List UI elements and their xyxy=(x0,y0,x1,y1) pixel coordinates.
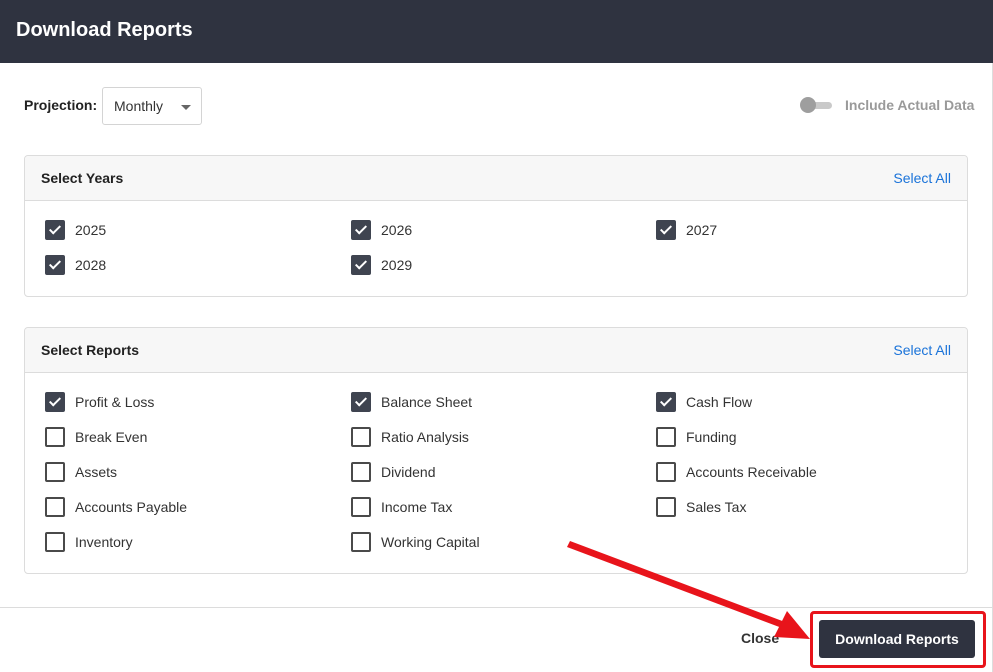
projection-select[interactable]: Monthly xyxy=(102,87,202,125)
checkbox-item-funding[interactable]: Funding xyxy=(656,427,936,447)
checkbox-label: Ratio Analysis xyxy=(381,429,469,445)
checkbox-item-ratio-analysis[interactable]: Ratio Analysis xyxy=(351,427,631,447)
projection-label: Projection: xyxy=(24,97,98,113)
checkbox-label: 2029 xyxy=(381,257,413,273)
modal-header: Download Reports xyxy=(0,0,993,63)
checkbox-label: Cash Flow xyxy=(686,394,753,410)
checkbox-label: 2028 xyxy=(75,257,107,273)
select-reports-header: Select Reports Select All xyxy=(25,328,967,373)
checkbox[interactable] xyxy=(351,497,371,517)
checkbox-label: Balance Sheet xyxy=(381,394,473,410)
select-reports-panel: Select Reports Select All Profit & Loss B… xyxy=(24,327,968,574)
checkbox[interactable] xyxy=(45,462,65,482)
checkbox[interactable] xyxy=(45,220,65,240)
checkbox-label: Accounts Payable xyxy=(75,499,188,515)
checkbox[interactable] xyxy=(656,497,676,517)
checkbox-item-accounts-payable[interactable]: Accounts Payable xyxy=(45,497,325,517)
checkbox-item-sales-tax[interactable]: Sales Tax xyxy=(656,497,936,517)
checkbox[interactable] xyxy=(656,220,676,240)
checkbox-label: Dividend xyxy=(381,464,436,480)
projection-select-value: Monthly xyxy=(114,98,164,114)
checkbox-label: Break Even xyxy=(75,429,148,445)
check-icon xyxy=(354,222,368,235)
checkbox-item-2027[interactable]: 2027 xyxy=(656,220,936,240)
checkbox[interactable] xyxy=(45,427,65,447)
toggle-thumb xyxy=(800,97,816,113)
checkbox[interactable] xyxy=(351,532,371,552)
checkbox-item-2025[interactable]: 2025 xyxy=(45,220,325,240)
checkbox[interactable] xyxy=(656,427,676,447)
caret-down-icon xyxy=(181,105,191,110)
annotation-arrow-head xyxy=(774,611,810,639)
checkbox-label: 2027 xyxy=(686,222,718,238)
checkbox-label: Income Tax xyxy=(381,499,453,515)
select-reports-title: Select Reports xyxy=(41,342,140,358)
checkbox-label: Working Capital xyxy=(381,534,480,550)
check-icon xyxy=(48,394,62,407)
select-years-title: Select Years xyxy=(41,170,124,186)
include-actual-data-toggle[interactable] xyxy=(800,97,834,113)
checkbox-label: Accounts Receivable xyxy=(686,464,817,480)
select-all-years-link[interactable]: Select All xyxy=(893,170,951,186)
checkbox[interactable] xyxy=(351,462,371,482)
check-icon xyxy=(659,222,673,235)
check-icon xyxy=(354,394,368,407)
checkbox-label: Sales Tax xyxy=(686,499,747,515)
checkbox-item-accounts-receivable[interactable]: Accounts Receivable xyxy=(656,462,936,482)
checkbox-item-inventory[interactable]: Inventory xyxy=(45,532,325,552)
checkbox[interactable] xyxy=(45,532,65,552)
annotation-highlight-box xyxy=(810,611,986,668)
checkbox-label: 2026 xyxy=(381,222,413,238)
check-icon xyxy=(659,394,673,407)
checkbox-item-profit-and-loss[interactable]: Profit & Loss xyxy=(45,392,325,412)
checkbox-label: Funding xyxy=(686,429,737,445)
checkbox[interactable] xyxy=(656,392,676,412)
checkbox-item-income-tax[interactable]: Income Tax xyxy=(351,497,631,517)
checkbox[interactable] xyxy=(351,427,371,447)
checkbox-item-break-even[interactable]: Break Even xyxy=(45,427,325,447)
checkbox[interactable] xyxy=(656,462,676,482)
checkbox-item-cash-flow[interactable]: Cash Flow xyxy=(656,392,936,412)
footer-divider xyxy=(0,607,993,608)
checkbox-item-2026[interactable]: 2026 xyxy=(351,220,631,240)
checkbox-label: 2025 xyxy=(75,222,107,238)
include-actual-data-label: Include Actual Data xyxy=(845,97,975,113)
checkbox-item-balance-sheet[interactable]: Balance Sheet xyxy=(351,392,631,412)
check-icon xyxy=(48,257,62,270)
download-reports-modal: Download Reports Projection: Monthly Inc… xyxy=(0,0,993,672)
checkbox-item-2028[interactable]: 2028 xyxy=(45,255,325,275)
checkbox-item-working-capital[interactable]: Working Capital xyxy=(351,532,631,552)
check-icon xyxy=(48,222,62,235)
check-icon xyxy=(354,257,368,270)
checkbox-item-2029[interactable]: 2029 xyxy=(351,255,631,275)
select-years-header: Select Years Select All xyxy=(25,156,967,201)
checkbox-item-dividend[interactable]: Dividend xyxy=(351,462,631,482)
checkbox-label: Profit & Loss xyxy=(75,394,155,410)
checkbox[interactable] xyxy=(45,255,65,275)
checkbox[interactable] xyxy=(45,392,65,412)
checkbox-label: Assets xyxy=(75,464,118,480)
modal-title: Download Reports xyxy=(16,19,193,41)
close-button[interactable]: Close xyxy=(741,630,779,646)
checkbox-item-assets[interactable]: Assets xyxy=(45,462,325,482)
checkbox-label: Inventory xyxy=(75,534,133,550)
select-years-panel: Select Years Select All 2025 2026 2027 2028… xyxy=(24,155,968,297)
checkbox[interactable] xyxy=(45,497,65,517)
checkbox[interactable] xyxy=(351,220,371,240)
select-all-reports-link[interactable]: Select All xyxy=(893,342,951,358)
checkbox[interactable] xyxy=(351,255,371,275)
checkbox[interactable] xyxy=(351,392,371,412)
